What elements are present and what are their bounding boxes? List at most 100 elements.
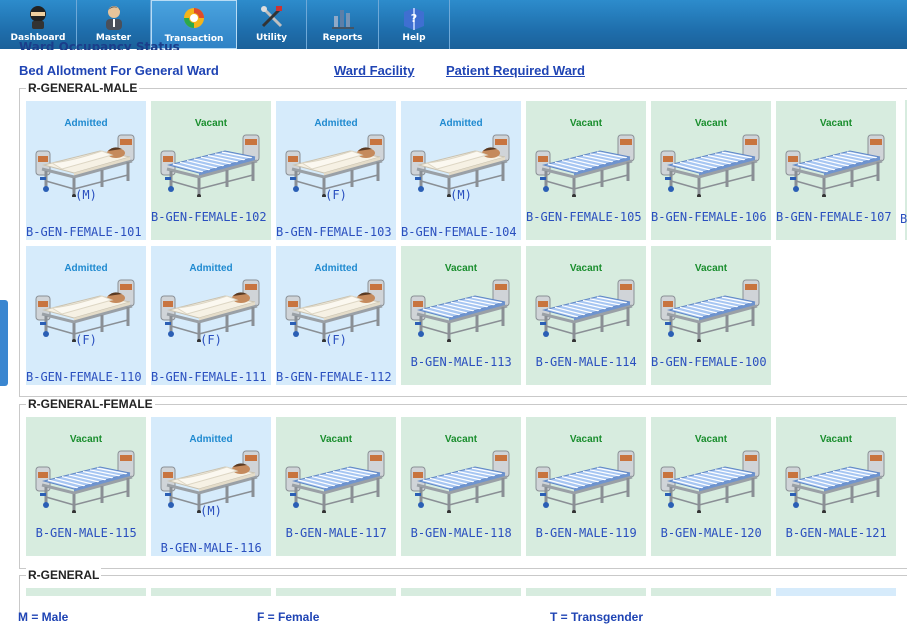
bed-gender: (F) bbox=[325, 188, 347, 202]
vacant-bed-icon bbox=[784, 129, 888, 198]
bed-status: Admitted bbox=[189, 263, 233, 274]
nav-reports-label: Reports bbox=[322, 33, 363, 43]
bed-name[interactable]: B-GEN-FEMALE-111 bbox=[151, 370, 281, 384]
partial-tile bbox=[401, 588, 521, 596]
bed-tile[interactable]: Vacant B-GEN-MALE-114 bbox=[526, 246, 646, 385]
bed-name[interactable]: B-GEN-FEMALE-101 bbox=[26, 225, 156, 239]
bed-gender: (F) bbox=[75, 333, 97, 347]
bed-tile[interactable]: Vacant B-GEN-MALE-121 bbox=[776, 417, 896, 556]
bed-tile[interactable]: Admitted (F) B-GEN-FEMALE-111 bbox=[151, 246, 271, 385]
bed-name[interactable]: B-GEN-MALE-118 bbox=[411, 526, 541, 540]
nav-utility-label: Utility bbox=[255, 33, 288, 43]
bed-tile[interactable]: Vacant B-GEN-FEMALE-105 bbox=[526, 101, 646, 240]
bed-name[interactable]: B-GEN-FEMALE-105 bbox=[526, 210, 656, 224]
bed-status: Admitted bbox=[314, 263, 358, 274]
person-icon bbox=[101, 4, 127, 30]
occupied-bed-icon bbox=[159, 274, 263, 343]
bed-name[interactable]: B-GEN-MALE-119 bbox=[536, 526, 666, 540]
bed-status: Vacant bbox=[569, 434, 603, 445]
bed-tile[interactable]: Vacant B-GEN-MALE-119 bbox=[526, 417, 646, 556]
bed-name[interactable]: B-GEN-FEMALE-112 bbox=[276, 370, 406, 384]
nav-help[interactable]: ? Help bbox=[379, 0, 450, 49]
bed-status: Vacant bbox=[694, 263, 728, 274]
bed-status: Admitted bbox=[314, 118, 358, 129]
bed-tile[interactable]: Vacant B-GEN-FEMALE-107 bbox=[776, 101, 896, 240]
section-title-general-female: R-GENERAL-FEMALE bbox=[26, 397, 155, 411]
vacant-bed-icon bbox=[34, 445, 138, 514]
vacant-bed-icon bbox=[409, 445, 513, 514]
bed-name[interactable]: B-GEN-MALE-115 bbox=[36, 526, 166, 540]
bed-gender: (F) bbox=[325, 333, 347, 347]
vacant-bed-icon bbox=[534, 445, 638, 514]
vacant-bed-icon bbox=[409, 274, 513, 343]
bed-status: Vacant bbox=[319, 434, 353, 445]
partial-tile bbox=[776, 588, 896, 596]
bed-status: Vacant bbox=[444, 263, 478, 274]
bed-tile[interactable]: Admitted (F) B-GEN-FEMALE-112 bbox=[276, 246, 396, 385]
occupied-bed-icon bbox=[409, 129, 513, 198]
bed-tile[interactable]: Admitted (M) B-GEN-FEMALE-104 bbox=[401, 101, 521, 240]
svg-text:?: ? bbox=[411, 12, 417, 25]
bed-status: Admitted bbox=[439, 118, 483, 129]
legend-transgender: T = Transgender bbox=[550, 610, 644, 624]
bed-name[interactable]: B-GEN-FEMALE-106 bbox=[651, 210, 781, 224]
bed-tile[interactable]: Admitted (M) B-GEN-MALE-116 bbox=[151, 417, 271, 556]
nav-utility[interactable]: Utility bbox=[237, 0, 307, 49]
bed-name[interactable]: B-GEN-MALE-113 bbox=[411, 355, 541, 369]
bed-tile[interactable]: Vacant B-GEN-FEMALE-100 bbox=[651, 246, 771, 385]
bed-name[interactable]: B-GEN-FEMALE-110 bbox=[26, 370, 156, 384]
vacant-bed-icon bbox=[159, 129, 263, 198]
bed-tile[interactable]: Vacant B-GEN-FEMALE-106 bbox=[651, 101, 771, 240]
ninja-icon bbox=[25, 4, 51, 30]
occupied-bed-icon bbox=[284, 274, 388, 343]
legend-male: M = Male bbox=[18, 610, 69, 624]
vacant-bed-icon bbox=[659, 129, 763, 198]
vacant-bed-icon bbox=[534, 129, 638, 198]
vacant-bed-icon bbox=[659, 274, 763, 343]
partial-tile bbox=[651, 588, 771, 596]
bed-name[interactable]: B-GEN-FEMALE-103 bbox=[276, 225, 406, 239]
bed-tile[interactable]: Vacant B-GEN-MALE-113 bbox=[401, 246, 521, 385]
partial-tile bbox=[151, 588, 271, 596]
bed-tile[interactable]: Admitted (M) B-GEN-FEMALE-101 bbox=[26, 101, 146, 240]
ward-facility-link[interactable]: Ward Facility bbox=[334, 63, 414, 78]
section-title-general: R-GENERAL bbox=[26, 568, 102, 582]
bed-name[interactable]: B-GEN-MALE-121 bbox=[786, 526, 907, 540]
bed-name[interactable]: B-GEN-FEMALE-107 bbox=[776, 210, 906, 224]
occupied-bed-icon bbox=[159, 445, 263, 514]
bed-name[interactable]: B-GEN-FEMALE-104 bbox=[401, 225, 531, 239]
bed-tile[interactable]: Vacant B-GEN-MALE-115 bbox=[26, 417, 146, 556]
bed-gender: (F) bbox=[200, 333, 222, 347]
bed-name[interactable]: B-GEN-MALE-116 bbox=[161, 541, 291, 555]
patient-required-ward-link[interactable]: Patient Required Ward bbox=[446, 63, 585, 78]
bed-status: Admitted bbox=[64, 118, 108, 129]
bed-status: Vacant bbox=[444, 434, 478, 445]
ward-occupancy-heading: Ward Occupancy Status bbox=[19, 40, 180, 50]
bed-name[interactable]: B-GEN-FEMALE-100 bbox=[651, 355, 781, 369]
bed-status: Vacant bbox=[819, 434, 853, 445]
vacant-bed-icon bbox=[284, 445, 388, 514]
bed-tile[interactable]: Admitted (F) B-GEN-FEMALE-103 bbox=[276, 101, 396, 240]
nav-reports[interactable]: Reports bbox=[307, 0, 379, 49]
bed-status: Admitted bbox=[189, 434, 233, 445]
bed-tile[interactable]: Vacant B-GEN-FEMALE-102 bbox=[151, 101, 271, 240]
bed-name[interactable]: B-GEN-MALE-114 bbox=[536, 355, 666, 369]
bed-tile[interactable]: Admitted (F) B-GEN-FEMALE-110 bbox=[26, 246, 146, 385]
bed-tile[interactable]: Vacant B-GEN-MALE-118 bbox=[401, 417, 521, 556]
partial-tile bbox=[26, 588, 146, 596]
bed-gender: (M) bbox=[75, 188, 97, 202]
bed-name[interactable]: B-GEN-MALE-120 bbox=[661, 526, 791, 540]
bed-gender: (M) bbox=[200, 504, 222, 518]
bed-name[interactable]: B-GEN-FEMALE-102 bbox=[151, 210, 281, 224]
section-title-general-male: R-GENERAL-MALE bbox=[26, 81, 140, 95]
reports-icon bbox=[330, 4, 356, 30]
bed-status: Admitted bbox=[64, 263, 108, 274]
bed-status: Vacant bbox=[69, 434, 103, 445]
side-panel-handle[interactable] bbox=[0, 300, 8, 386]
bed-name[interactable]: B-GEN-MALE-117 bbox=[286, 526, 416, 540]
page-title: Bed Allotment For General Ward bbox=[19, 63, 219, 78]
occupied-bed-icon bbox=[34, 274, 138, 343]
partial-tile bbox=[276, 588, 396, 596]
bed-tile[interactable]: Vacant B-GEN-MALE-120 bbox=[651, 417, 771, 556]
bed-tile[interactable]: Vacant B-GEN-MALE-117 bbox=[276, 417, 396, 556]
